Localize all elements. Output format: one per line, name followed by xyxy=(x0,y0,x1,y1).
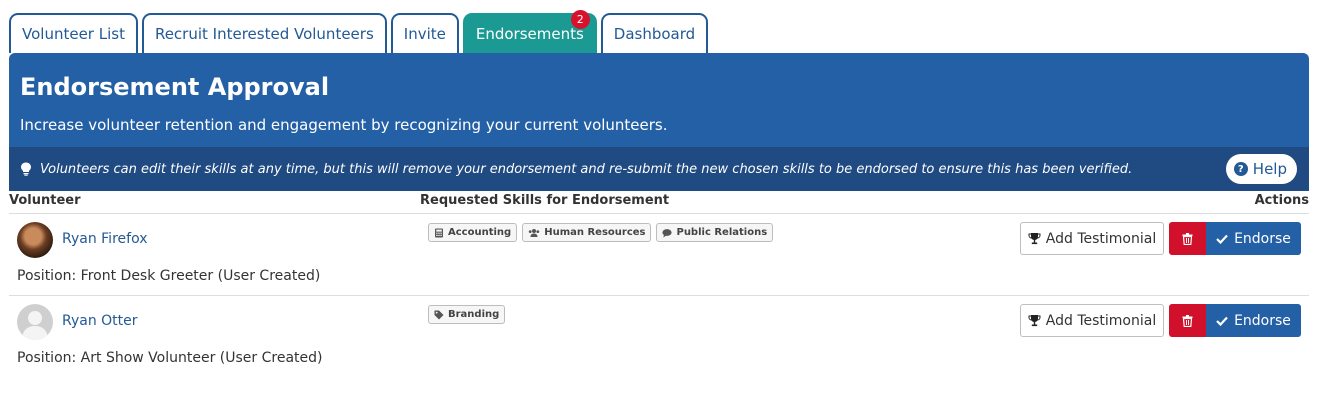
skill-tag: Public Relations xyxy=(656,223,774,242)
trash-icon xyxy=(1182,314,1193,327)
column-header-volunteer: Volunteer xyxy=(9,193,81,208)
delete-button[interactable] xyxy=(1169,304,1206,337)
question-circle-icon: ? xyxy=(1233,162,1248,176)
trophy-icon xyxy=(1028,233,1041,245)
tab-label: Dashboard xyxy=(613,25,696,43)
header-divider xyxy=(9,213,1309,214)
tab-bar: Volunteer List Recruit Interested Volunt… xyxy=(9,10,709,53)
notice-bar: Volunteers can edit their skills at any … xyxy=(9,147,1309,191)
skill-label: Branding xyxy=(448,309,500,320)
tab-invite[interactable]: Invite xyxy=(390,13,459,53)
delete-button[interactable] xyxy=(1169,222,1206,255)
tab-label: Endorsements xyxy=(475,25,584,43)
volunteer-name-link[interactable]: Ryan Otter xyxy=(62,313,138,329)
row-divider xyxy=(9,295,1309,296)
volunteer-position: Position: Art Show Volunteer (User Creat… xyxy=(17,350,323,366)
tab-endorsements[interactable]: Endorsements 2 xyxy=(462,10,597,53)
add-testimonial-button[interactable]: Add Testimonial xyxy=(1020,222,1164,255)
check-icon xyxy=(1216,234,1228,244)
page-title: Endorsement Approval xyxy=(20,73,330,101)
check-icon xyxy=(1216,316,1228,326)
tab-label: Invite xyxy=(403,25,446,43)
avatar xyxy=(17,222,53,258)
tab-volunteer-list[interactable]: Volunteer List xyxy=(9,13,138,53)
help-label: Help xyxy=(1252,160,1287,178)
add-testimonial-label: Add Testimonial xyxy=(1045,230,1157,247)
skill-list: Accounting Human Resources Public Relati… xyxy=(428,223,774,242)
skill-label: Accounting xyxy=(448,227,512,238)
add-testimonial-label: Add Testimonial xyxy=(1045,312,1157,329)
calculator-icon xyxy=(435,228,443,237)
notice-text: Volunteers can edit their skills at any … xyxy=(40,161,1133,177)
notification-badge: 2 xyxy=(570,10,590,29)
users-icon xyxy=(529,228,540,237)
tab-dashboard[interactable]: Dashboard xyxy=(600,13,709,53)
tab-recruit-interested-volunteers[interactable]: Recruit Interested Volunteers xyxy=(141,13,387,53)
tag-icon xyxy=(434,310,444,319)
skill-label: Human Resources xyxy=(544,227,646,238)
column-header-skills: Requested Skills for Endorsement xyxy=(420,193,670,208)
endorsement-header-panel: Endorsement Approval Increase volunteer … xyxy=(9,53,1309,191)
endorse-label: Endorse xyxy=(1234,230,1291,247)
trophy-icon xyxy=(1028,315,1041,327)
skill-label: Public Relations xyxy=(676,227,768,238)
skill-list: Branding xyxy=(428,305,506,324)
skill-tag: Human Resources xyxy=(522,223,652,242)
user-silhouette-icon xyxy=(22,311,48,340)
tab-label: Volunteer List xyxy=(22,25,125,43)
add-testimonial-button[interactable]: Add Testimonial xyxy=(1020,304,1164,337)
endorse-button[interactable]: Endorse xyxy=(1206,304,1301,337)
tab-label: Recruit Interested Volunteers xyxy=(154,25,374,43)
column-header-actions: Actions xyxy=(1254,193,1309,208)
page-subtitle: Increase volunteer retention and engagem… xyxy=(20,116,668,134)
comment-icon xyxy=(662,228,673,237)
skill-tag: Branding xyxy=(428,305,506,324)
trash-icon xyxy=(1182,232,1193,245)
avatar xyxy=(17,304,53,340)
skill-tag: Accounting xyxy=(428,223,518,242)
endorse-label: Endorse xyxy=(1234,312,1291,329)
volunteer-position: Position: Front Desk Greeter (User Creat… xyxy=(17,268,321,284)
lightbulb-icon xyxy=(21,162,31,176)
help-button[interactable]: ? Help xyxy=(1225,154,1297,184)
endorse-button[interactable]: Endorse xyxy=(1206,222,1301,255)
volunteer-name-link[interactable]: Ryan Firefox xyxy=(62,231,147,247)
